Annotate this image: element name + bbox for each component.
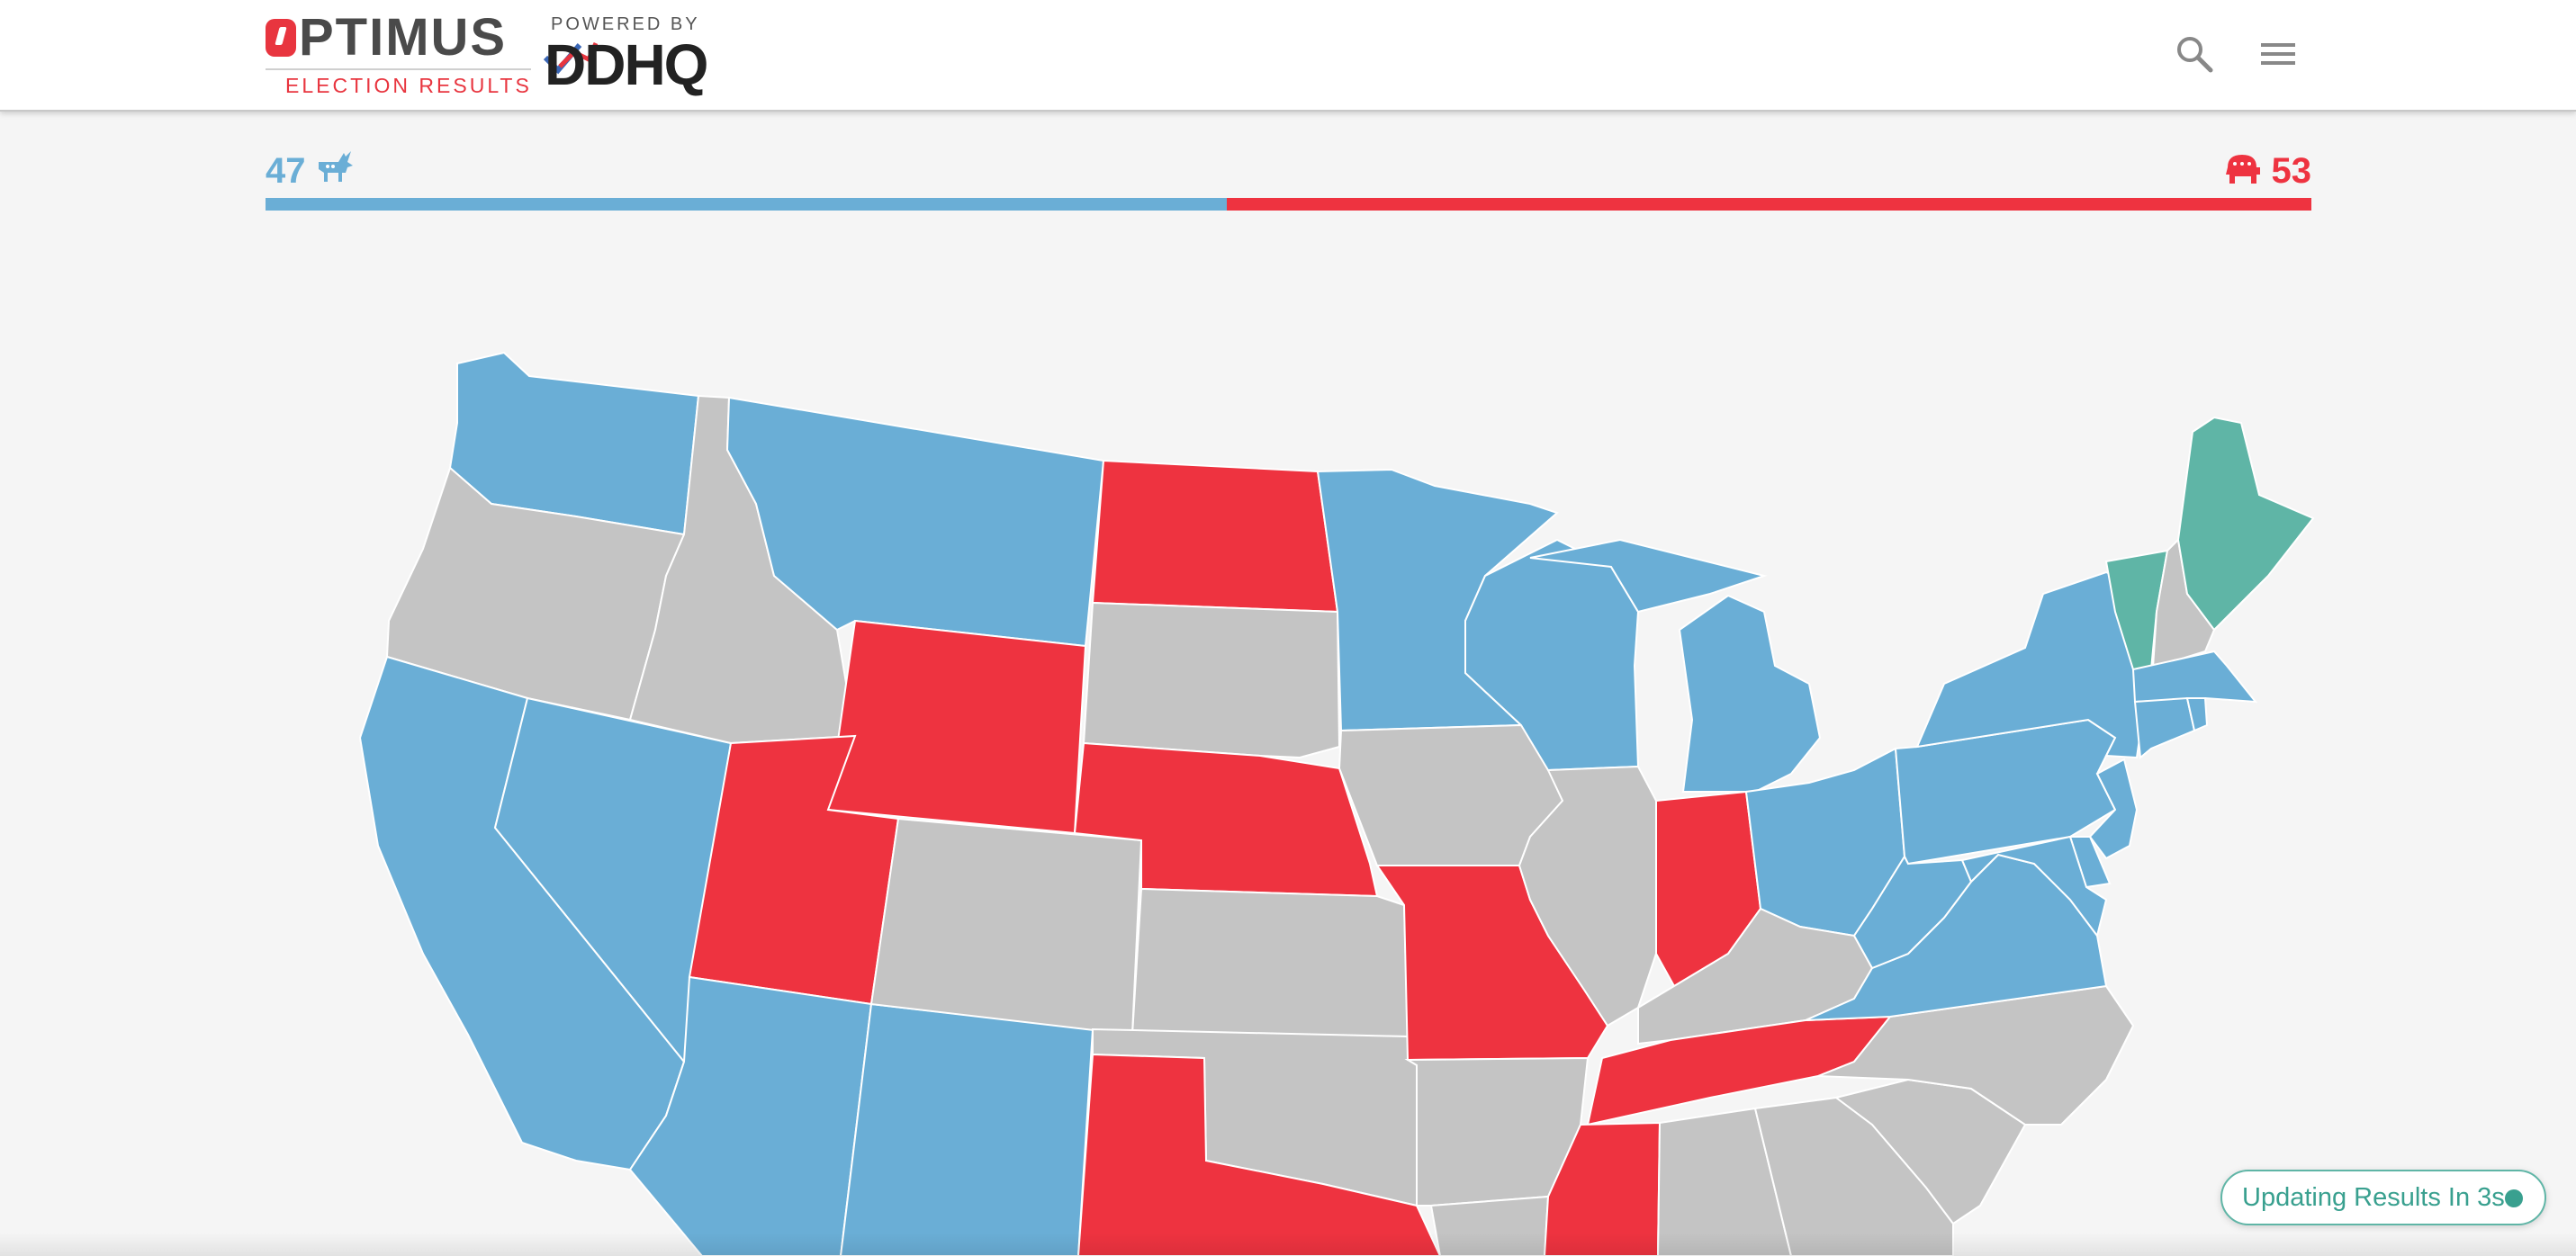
- optimus-logo[interactable]: PTIMUS ELECTION RESULTS: [266, 11, 536, 98]
- state-sd[interactable]: [1082, 601, 1341, 759]
- brand-divider: [266, 68, 531, 70]
- brand-o-mark: [266, 19, 296, 57]
- state-ks[interactable]: [1130, 887, 1410, 1038]
- state-nd[interactable]: [1091, 459, 1339, 614]
- seat-balance-bar: [266, 198, 2311, 211]
- ddhq-logo[interactable]: DDHQ: [545, 36, 708, 94]
- dem-seat-bar: [266, 198, 1228, 211]
- state-me[interactable]: [2176, 416, 2315, 632]
- state-ct[interactable]: [2133, 696, 2196, 759]
- state-nm[interactable]: [839, 1002, 1094, 1256]
- rep-seat-bar: [1227, 198, 2311, 211]
- state-wy[interactable]: [826, 619, 1087, 835]
- rep-seat-count: 53: [2271, 151, 2312, 191]
- brand-name-text: PTIMUS: [299, 8, 508, 67]
- updating-results-text: Updating Results In 3s: [2242, 1182, 2505, 1212]
- brand-name: PTIMUS: [266, 11, 536, 65]
- live-status-dot: [2505, 1189, 2523, 1207]
- dem-seat-count: 47: [266, 151, 306, 191]
- brand-subtitle: ELECTION RESULTS: [285, 74, 532, 97]
- state-co[interactable]: [869, 817, 1143, 1036]
- elephant-icon: [2226, 155, 2260, 184]
- us-senate-map: [358, 351, 2315, 1256]
- bottom-shadow: [0, 1233, 2576, 1256]
- senate-tally: 47 53: [266, 142, 2311, 214]
- updating-results-pill[interactable]: Updating Results In 3s: [2220, 1170, 2546, 1225]
- top-header: PTIMUS ELECTION RESULTS POWERED BY DDHQ: [0, 0, 2576, 112]
- search-button[interactable]: [2175, 34, 2214, 74]
- donkey-icon: [319, 151, 353, 182]
- search-icon: [2177, 37, 2213, 73]
- menu-button[interactable]: [2257, 36, 2299, 72]
- hamburger-menu-icon: [2261, 43, 2295, 65]
